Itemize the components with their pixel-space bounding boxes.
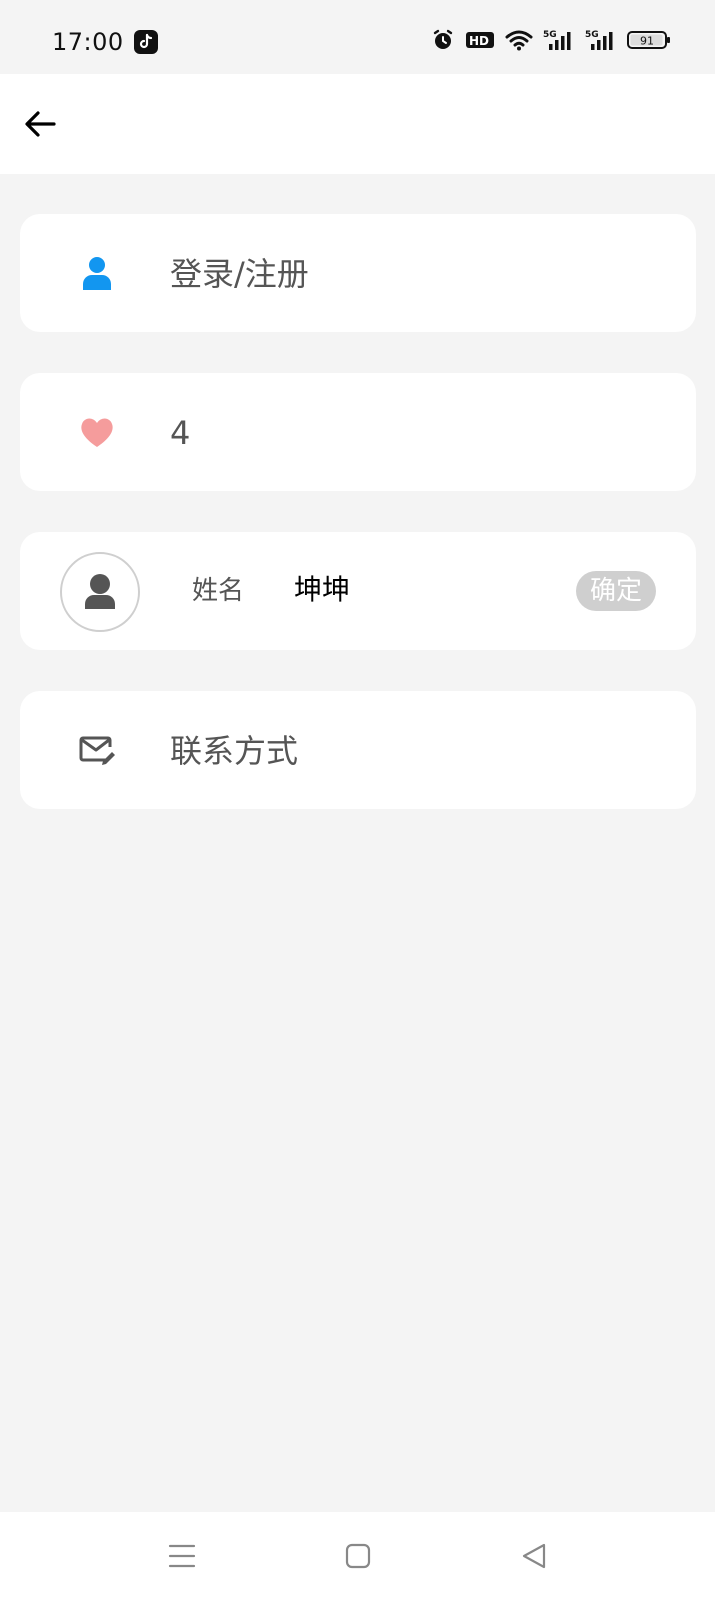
user-avatar-icon xyxy=(85,574,115,609)
home-button[interactable] xyxy=(342,1540,374,1572)
top-bar xyxy=(0,74,715,174)
login-label: 登录/注册 xyxy=(170,255,309,293)
confirm-button[interactable]: 确定 xyxy=(576,571,656,611)
likes-count: 4 xyxy=(170,414,191,452)
system-back-button[interactable] xyxy=(518,1540,550,1572)
hd-icon: HD xyxy=(465,29,495,55)
mail-edit-icon xyxy=(78,731,116,769)
network-label-2: 5G xyxy=(585,30,599,40)
status-time: 17:00 xyxy=(52,28,124,56)
home-square-icon xyxy=(345,1543,371,1569)
name-card: 姓名 确定 xyxy=(20,532,696,650)
battery-icon: 91 xyxy=(627,29,671,55)
login-card[interactable]: 登录/注册 xyxy=(20,214,696,332)
arrow-left-icon xyxy=(25,111,56,137)
name-label: 姓名 xyxy=(192,576,245,606)
menu-icon xyxy=(168,1544,196,1568)
tiktok-notification-icon xyxy=(134,30,158,54)
heart-icon xyxy=(78,413,116,451)
user-icon xyxy=(78,254,116,292)
signal-icon-1: 5G xyxy=(543,28,575,56)
status-icons: HD 5G 5G 91 xyxy=(431,28,671,56)
battery-level: 91 xyxy=(640,35,654,48)
avatar[interactable] xyxy=(60,552,140,632)
svg-text:HD: HD xyxy=(469,34,489,48)
likes-card[interactable]: 4 xyxy=(20,373,696,491)
menu-button[interactable] xyxy=(166,1540,198,1572)
alarm-icon xyxy=(431,28,455,56)
network-label-1: 5G xyxy=(543,30,557,40)
back-triangle-icon xyxy=(522,1543,546,1569)
signal-icon-2: 5G xyxy=(585,28,617,56)
wifi-icon xyxy=(505,29,533,55)
status-bar: 17:00 HD 5G 5G 91 xyxy=(0,0,715,74)
contact-label: 联系方式 xyxy=(170,732,299,770)
system-nav-bar xyxy=(0,1512,715,1600)
name-input[interactable] xyxy=(294,566,544,610)
back-button[interactable] xyxy=(20,104,60,144)
contact-card[interactable]: 联系方式 xyxy=(20,691,696,809)
